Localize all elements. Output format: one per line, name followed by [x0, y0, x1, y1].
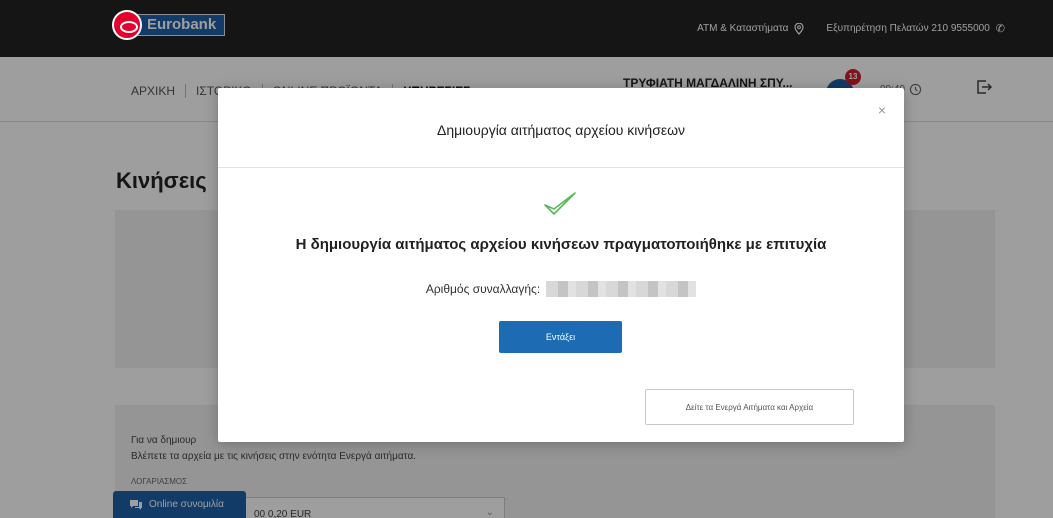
transaction-label: Αριθμός συναλλαγής:	[425, 282, 541, 296]
ok-button[interactable]: Εντάξει	[499, 321, 622, 353]
view-active-requests-button[interactable]: Δείτε τα Ενεργά Αιτήματα και Αρχεία	[645, 389, 854, 425]
success-modal: Δημιουργία αιτήματος αρχείου κινήσεων × …	[218, 88, 904, 442]
success-check-icon	[544, 192, 576, 215]
modal-title: Δημιουργία αιτήματος αρχείου κινήσεων	[436, 122, 686, 138]
eurobank-logo-icon	[112, 10, 142, 40]
success-message: Η δημιουργία αιτήματος αρχείου κινήσεων …	[295, 236, 827, 253]
transaction-number: Αριθμός συναλλαγής:	[218, 281, 904, 297]
close-icon[interactable]: ×	[878, 102, 886, 118]
modal-header: Δημιουργία αιτήματος αρχείου κινήσεων	[218, 88, 904, 168]
transaction-value-redacted	[546, 281, 697, 297]
